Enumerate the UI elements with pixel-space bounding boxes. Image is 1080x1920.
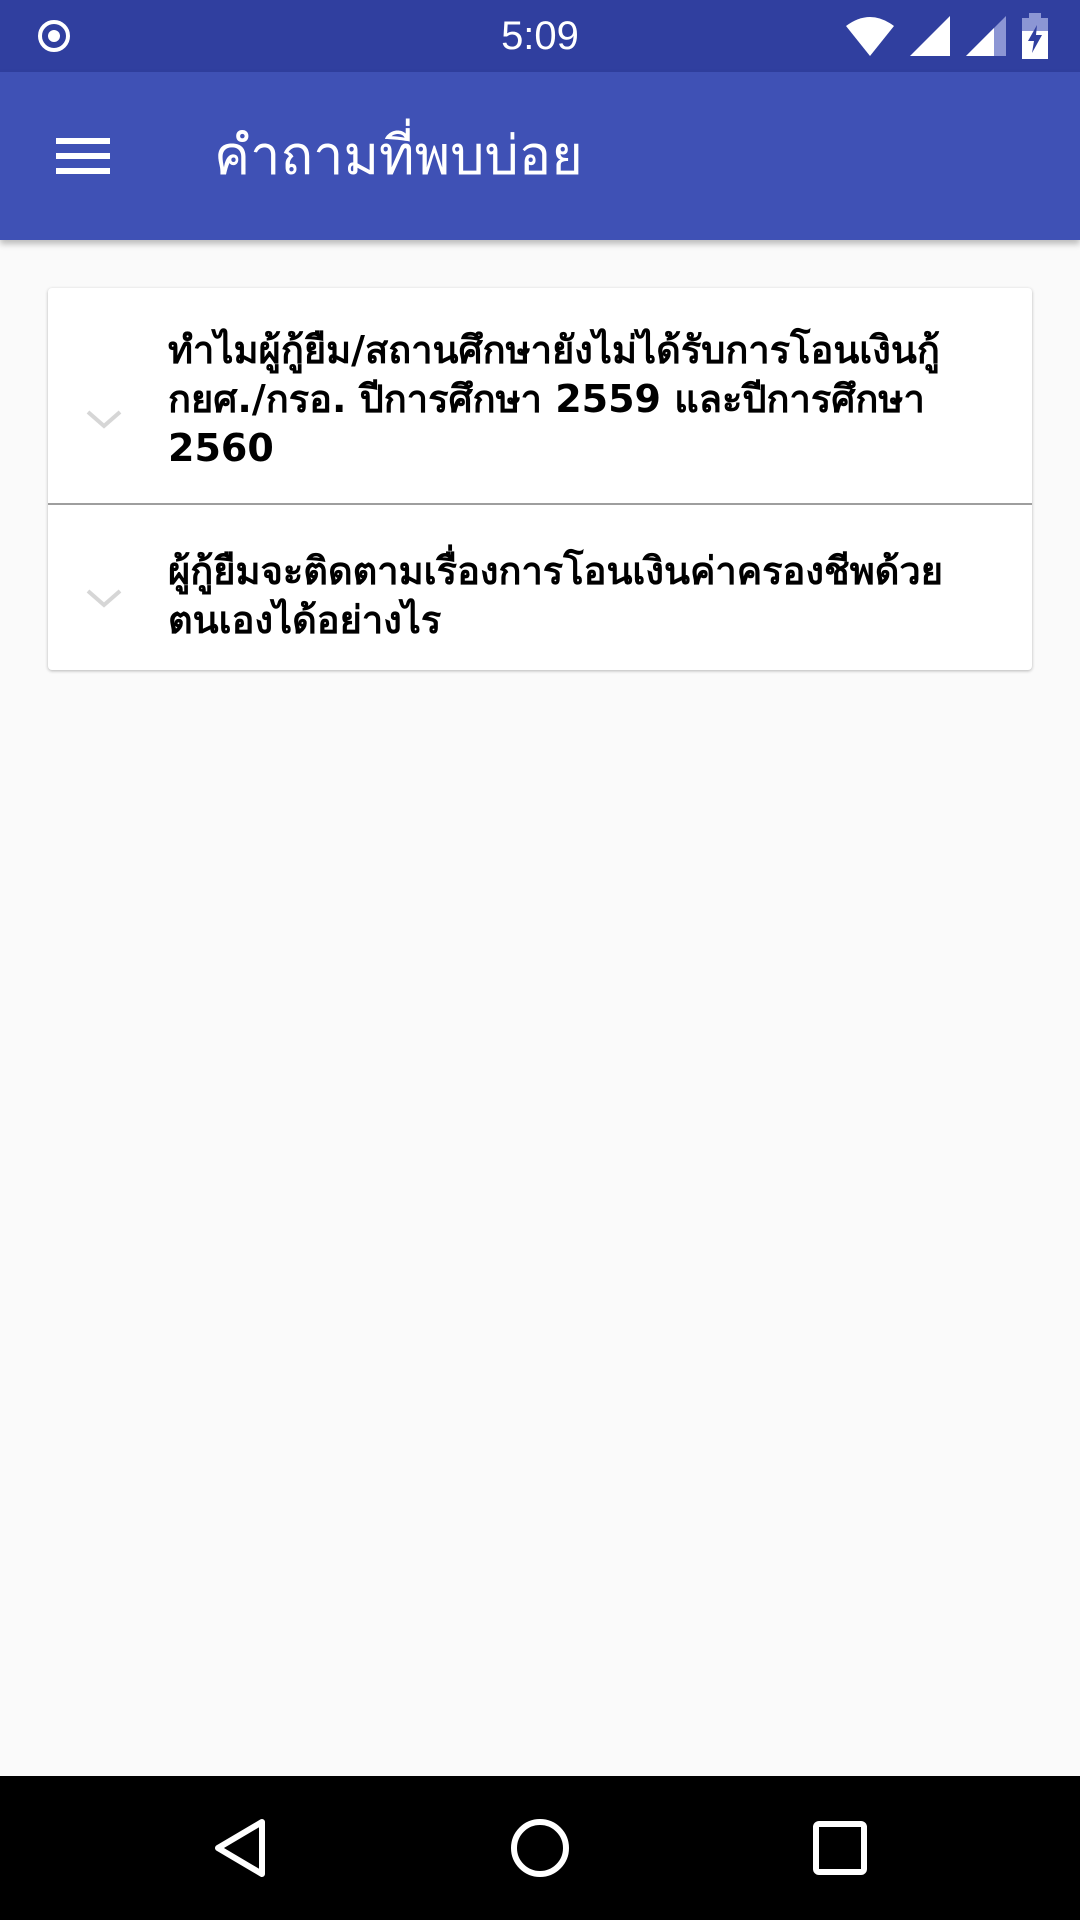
- faq-card: ทำไมผู้กู้ยืม/สถานศึกษายังไม่ได้รับการโอ…: [48, 288, 1032, 670]
- cell-signal-icon: [910, 16, 950, 56]
- back-icon[interactable]: [210, 1816, 274, 1880]
- faq-question: ทำไมผู้กู้ยืม/สถานศึกษายังไม่ได้รับการโอ…: [168, 328, 940, 470]
- navigation-bar: [0, 1776, 1080, 1920]
- faq-question: ผู้กู้ยืมจะติดตามเรื่องการโอนเงินค่าครอง…: [168, 549, 944, 642]
- chevron-down-icon: [86, 589, 122, 608]
- home-icon[interactable]: [508, 1816, 572, 1880]
- content-area: ทำไมผู้กู้ยืม/สถานศึกษายังไม่ได้รับการโอ…: [0, 240, 1080, 1776]
- status-bar: 5:09: [0, 0, 1080, 72]
- faq-item[interactable]: ทำไมผู้กู้ยืม/สถานศึกษายังไม่ได้รับการโอ…: [48, 288, 1032, 505]
- recents-icon[interactable]: [808, 1816, 872, 1880]
- page-title: คำถามที่พบบ่อย: [214, 124, 583, 187]
- hamburger-menu-icon[interactable]: [52, 132, 112, 180]
- chevron-down-icon: [86, 410, 122, 429]
- battery-charging-icon: [1022, 13, 1048, 59]
- status-icons: [844, 12, 1050, 60]
- faq-item[interactable]: ผู้กู้ยืมจะติดตามเรื่องการโอนเงินค่าครอง…: [48, 505, 1032, 670]
- app-bar: คำถามที่พบบ่อย: [0, 72, 1080, 240]
- wifi-icon: [846, 17, 894, 56]
- cell-signal-secondary-icon: [966, 16, 1006, 56]
